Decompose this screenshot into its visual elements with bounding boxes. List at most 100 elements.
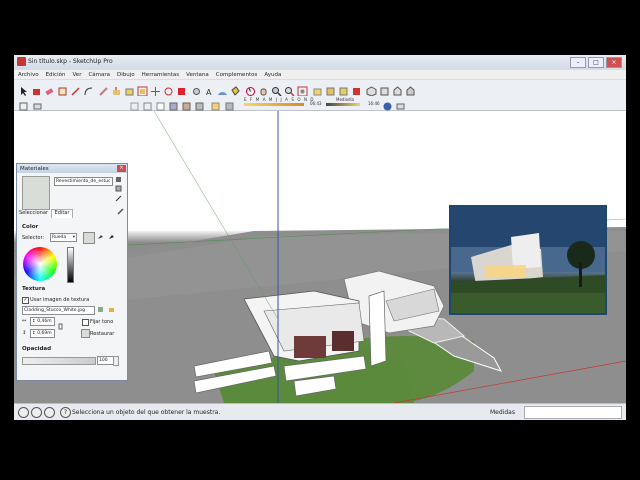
date-slider[interactable] [244,103,304,106]
opacity-value-field[interactable]: 100 [97,356,114,365]
edit-texture-icon[interactable] [97,306,104,313]
texture-width-field[interactable]: ↕ 0,46m [30,317,55,326]
menu-complementos[interactable]: Complementos [216,72,258,78]
color-sample-swatch [83,232,95,244]
opacity-spinner[interactable] [113,356,119,366]
scale-icon[interactable] [176,82,187,95]
tab-seleccionar[interactable]: Seleccionar [19,210,49,216]
rectangle-icon[interactable] [57,82,68,96]
style-wireframe-icon[interactable] [142,97,153,111]
arc-icon[interactable] [83,82,94,96]
maximize-button[interactable]: □ [588,57,604,68]
text-icon[interactable]: A [204,82,215,97]
extension-warehouse-icon[interactable] [351,82,362,95]
match-screen-color-icon[interactable] [108,233,115,240]
match-color-icon[interactable] [97,233,104,240]
color-selector-dropdown[interactable]: Rueda ▾ [50,233,77,242]
section-plane-icon[interactable] [18,97,29,111]
default-material-icon[interactable] [115,195,122,202]
zoom-icon[interactable] [271,82,282,97]
credits-icon[interactable] [31,407,42,418]
rotate-icon[interactable] [163,82,174,96]
shadow-time-end: 16:46 [368,101,380,106]
shadow-months: E F M A M J J A S O N D [244,97,315,102]
material-name-field[interactable]: Revestimiento_de_estuc [54,177,113,186]
menu-camara[interactable]: Cámara [88,72,110,78]
menu-dibujo[interactable]: Dibujo [117,72,135,78]
make-component-icon[interactable] [31,82,42,95]
follow-me-icon[interactable] [124,82,135,96]
menu-ver[interactable]: Ver [72,72,81,78]
camera-icon[interactable] [395,97,406,110]
fix-hue-checkbox[interactable] [82,319,89,326]
texture-height-field[interactable]: ↕ 0,69m [30,329,55,338]
style-shaded-icon[interactable] [168,97,179,111]
shadow-controls: E F M A M J J A S O N D 06:43 Mediodía 1… [240,96,380,109]
sample-paint-icon[interactable] [117,208,124,215]
style-hidden-line-icon[interactable] [155,97,166,111]
share-model-icon[interactable] [325,82,336,96]
sketchup-window: Sin título.skp - SketchUp Pro – □ × Arch… [14,55,626,420]
minimize-button[interactable]: – [570,57,586,68]
user-icon[interactable] [44,407,55,418]
menu-ayuda[interactable]: Ayuda [264,72,281,78]
eraser-icon[interactable] [44,82,55,96]
tab-editar[interactable]: Editar [51,209,73,218]
opacity-slider[interactable] [22,357,96,365]
geolocation-icon[interactable] [18,407,29,418]
shadow-settings-icon[interactable] [210,97,221,111]
browse-texture-icon[interactable] [108,306,115,313]
restore-button[interactable]: Restaurar [90,331,114,337]
pencil-icon[interactable] [98,82,109,96]
texture-file-field[interactable]: Cladding_Stucco_White.jpg [22,306,95,315]
create-material-icon[interactable] [115,185,122,192]
offset-icon[interactable] [137,82,148,97]
menu-edicion[interactable]: Edición [46,72,66,78]
close-panel-button[interactable]: × [117,165,126,172]
link-aspect-icon[interactable] [57,323,64,330]
zoom-extents-icon[interactable] [297,82,308,97]
select-arrow-icon[interactable] [18,82,29,96]
secondary-toolbar: E F M A M J J A S O N D 06:43 Mediodía 1… [14,96,626,111]
display-secondary-pane-icon[interactable] [115,176,122,183]
close-window-button[interactable]: × [606,57,622,68]
move-icon[interactable] [150,82,161,96]
tape-measure-icon[interactable] [191,82,202,95]
help-icon[interactable]: ? [60,407,71,418]
push-pull-icon[interactable] [111,82,122,95]
style-textured-icon[interactable] [181,97,192,111]
share-component-icon[interactable] [338,82,349,96]
right-view-icon[interactable] [405,82,416,96]
color-section-label: Color [22,224,39,230]
orbit-icon[interactable] [245,82,256,96]
warehouse-icon[interactable] [312,82,323,96]
opacity-section-label: Opacidad [22,346,52,352]
restore-swatch[interactable] [81,329,90,338]
width-arrow-icon: ↔ [22,318,27,324]
front-view-icon[interactable] [392,82,403,96]
shadow-midday-label: Mediodía [336,97,355,102]
layers-icon[interactable] [32,97,43,110]
paint-bucket-icon[interactable] [230,82,241,96]
window-controls: – □ × [570,57,622,68]
model-viewport[interactable]: Materiales × Revestimiento_de_estuc Sele… [14,111,626,403]
iso-view-icon[interactable] [366,82,377,97]
menu-herramientas[interactable]: Herramientas [142,72,179,78]
pan-hand-icon[interactable] [258,82,269,96]
color-wheel[interactable] [23,247,57,281]
zoom-window-icon[interactable] [284,82,295,97]
sketchup-logo-icon [17,57,26,66]
time-slider[interactable] [326,103,360,106]
fog-icon[interactable] [382,97,393,111]
brightness-slider[interactable] [67,247,74,283]
protractor-icon[interactable] [217,82,228,95]
menu-ventana[interactable]: Ventana [186,72,209,78]
line-icon[interactable] [70,82,81,96]
top-view-icon[interactable] [379,82,390,96]
style-monochrome-icon[interactable] [194,97,205,111]
menu-archivo[interactable]: Archivo [18,72,39,78]
use-texture-checkbox[interactable]: ✓ [22,297,29,304]
measurements-input[interactable] [524,406,622,419]
style-xray-icon[interactable] [129,97,140,111]
display-shadows-icon[interactable] [224,97,235,111]
